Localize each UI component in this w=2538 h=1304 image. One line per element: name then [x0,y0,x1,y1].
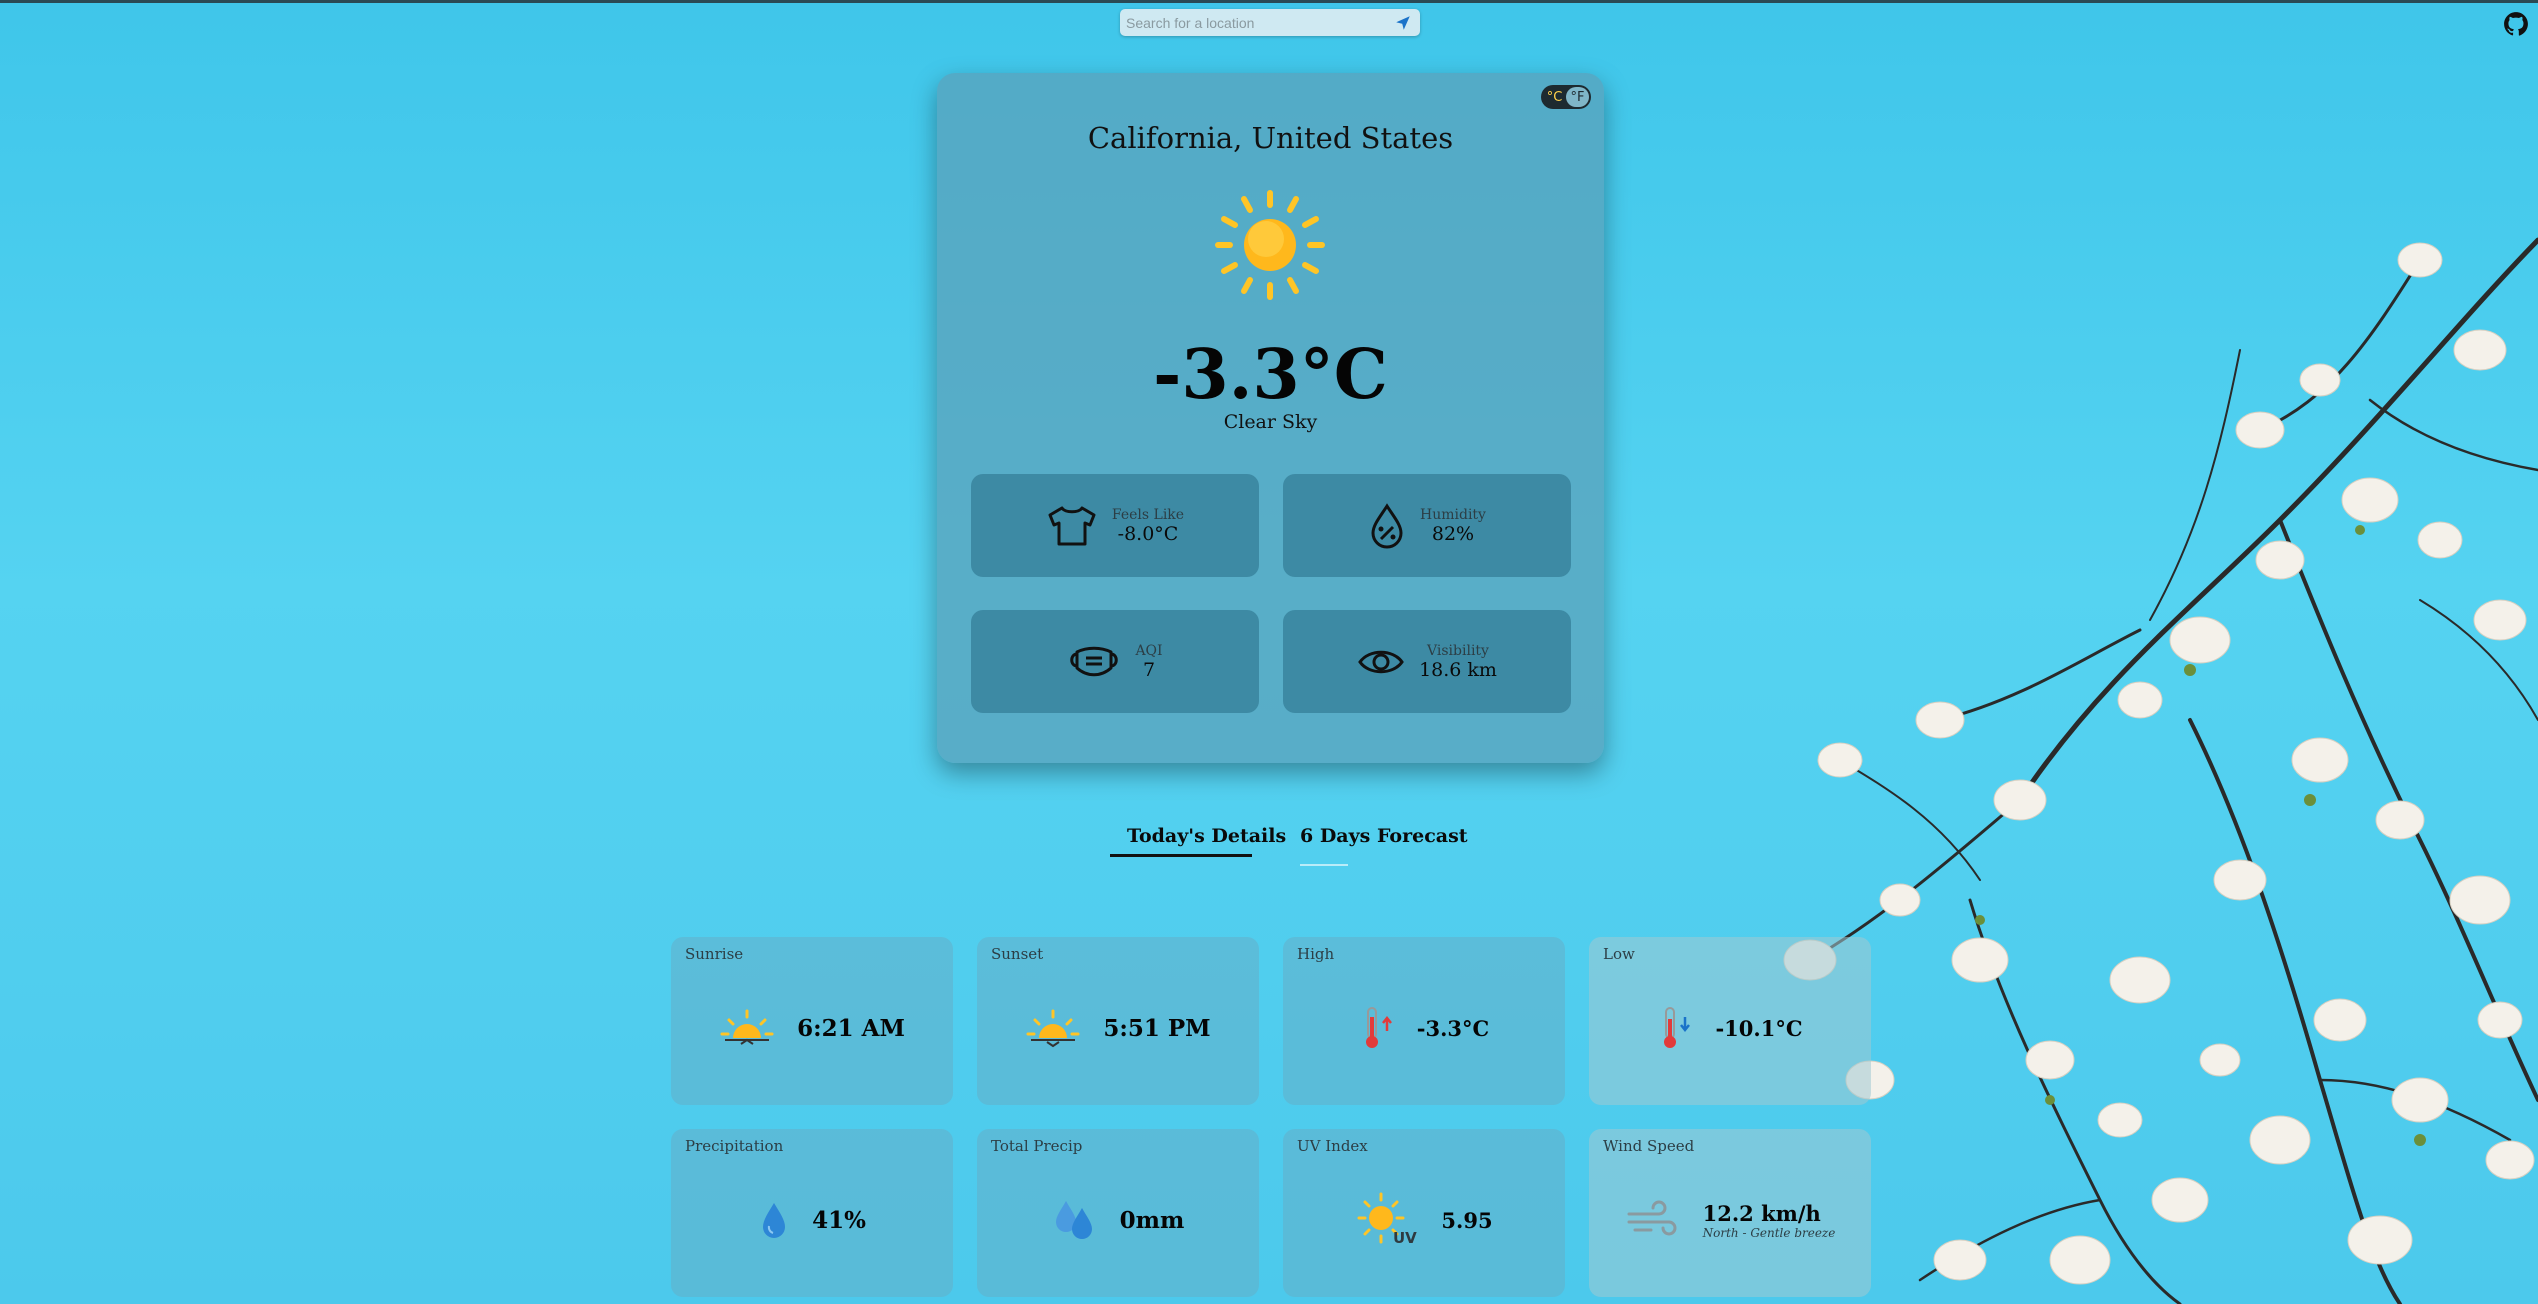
sunset-icon [1026,1009,1080,1048]
thermometer-up-icon [1365,1007,1392,1048]
aqi-value: 7 [1142,658,1156,681]
aqi-tile: AQI 7 [971,610,1259,713]
sunrise-value: 6:21 AM [797,1014,905,1042]
eye-icon [1358,650,1404,673]
sunrise-card: Sunrise 6:21 AM [671,937,953,1105]
precipitation-card: Precipitation 41% [671,1129,953,1297]
raindrops-icon [1055,1201,1092,1239]
feels-like-label: Feels Like [1111,506,1185,523]
feels-like-value: -8.0°C [1117,522,1179,545]
details-tabs: Today's Details 6 Days Forecast [0,825,2538,866]
tab-todays-details[interactable]: Today's Details [1127,825,1286,847]
uv-index-card: UV Index UV 5.95 [1283,1129,1565,1297]
low-temp-card: Low -10.1°C [1589,937,1871,1105]
thermometer-down-icon [1664,1007,1691,1048]
unit-toggle[interactable]: °C °F [1541,85,1591,109]
clear-sky-sun-icon [1215,190,1325,300]
search-input[interactable] [1120,9,1388,36]
active-tab-indicator [1110,854,1252,857]
sunset-card: Sunset 5:51 PM [977,937,1259,1105]
wind-direction-text: North - Gentle breeze [1702,1225,1836,1240]
uv-sun-icon: UV [1357,1192,1418,1247]
locate-arrow-icon[interactable] [1388,10,1418,35]
current-weather-card: °C °F California, United States -3.3°C C… [937,73,1604,763]
humidity-label: Humidity [1420,506,1486,523]
feels-like-tile: Feels Like -8.0°C [971,474,1259,577]
tab-6-days-forecast[interactable]: 6 Days Forecast [1300,825,1468,847]
svg-text:UV: UV [1393,1229,1417,1247]
uv-index-value: 5.95 [1441,1207,1493,1233]
wind-speed-card: Wind Speed 12.2 km/h North - Gentle bree… [1589,1129,1871,1297]
github-icon[interactable] [2503,11,2529,37]
humidity-drop-icon [1371,502,1403,548]
location-title: California, United States [1087,121,1454,155]
fahrenheit-option[interactable]: °F [1566,87,1589,107]
condition-text: Clear Sky [1223,411,1318,433]
search-bar [1120,9,1420,36]
aqi-label: AQI [1135,642,1163,659]
visibility-tile: Visibility 18.6 km [1283,610,1571,713]
sunrise-icon [720,1009,774,1045]
total-precip-value: 0mm [1119,1206,1185,1234]
low-value: -10.1°C [1715,1015,1803,1041]
temperature-value: -3.3°C [1153,335,1388,415]
sunset-value: 5:51 PM [1103,1014,1211,1042]
visibility-value: 18.6 km [1419,658,1497,681]
visibility-label: Visibility [1427,642,1489,659]
high-value: -3.3°C [1416,1015,1490,1041]
total-precip-card: Total Precip 0mm [977,1129,1259,1297]
wind-icon [1627,1200,1677,1236]
humidity-tile: Humidity 82% [1283,474,1571,577]
wind-speed-value: 12.2 km/h [1702,1200,1821,1226]
shirt-icon [1048,506,1096,545]
mask-icon [1070,646,1119,676]
humidity-value: 82% [1431,522,1475,545]
top-border [0,0,2538,3]
raindrop-icon [763,1203,786,1238]
celsius-option[interactable]: °C [1543,87,1566,107]
high-temp-card: High -3.3°C [1283,937,1565,1105]
tab-hover-indicator [1300,864,1348,866]
precipitation-value: 41% [812,1206,866,1234]
